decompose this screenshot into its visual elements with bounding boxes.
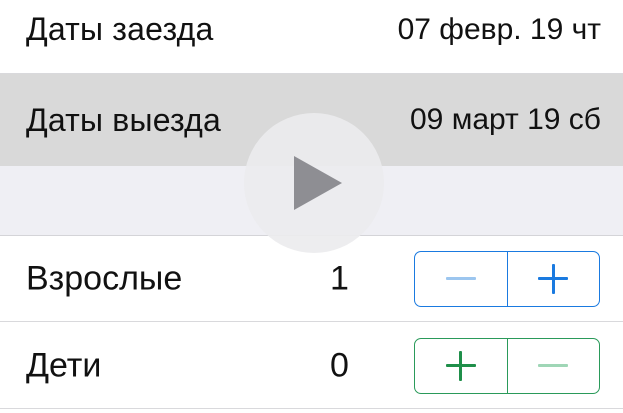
- children-label: Дети: [26, 346, 102, 384]
- adults-increment-button[interactable]: [508, 252, 600, 306]
- children-decrement-button[interactable]: [508, 339, 600, 393]
- checkin-date-row[interactable]: Даты заезда 07 февр. 19 чт: [0, 0, 623, 74]
- children-stepper: [414, 337, 600, 394]
- play-icon: [294, 156, 342, 210]
- adults-decrement-button[interactable]: [415, 251, 508, 306]
- checkout-date-value: 09 март 19 сб: [409, 103, 601, 136]
- checkin-date-label: Даты заезда: [26, 11, 214, 47]
- play-button[interactable]: [244, 113, 384, 253]
- children-increment-button[interactable]: [415, 338, 508, 393]
- checkin-date-value: 07 февр. 19 чт: [397, 12, 601, 46]
- minus-icon: [538, 364, 569, 367]
- adults-label: Взрослые: [26, 259, 183, 297]
- checkout-date-label: Даты выезда: [26, 101, 222, 138]
- children-count: 0: [330, 346, 349, 384]
- children-row: Дети 0: [0, 323, 623, 409]
- adults-stepper: [414, 250, 600, 307]
- adults-count: 1: [330, 259, 349, 297]
- plus-icon: [538, 263, 569, 294]
- minus-icon: [445, 277, 476, 280]
- booking-screen: Даты заезда 07 февр. 19 чт Даты выезда 0…: [0, 0, 623, 413]
- plus-icon: [445, 350, 476, 381]
